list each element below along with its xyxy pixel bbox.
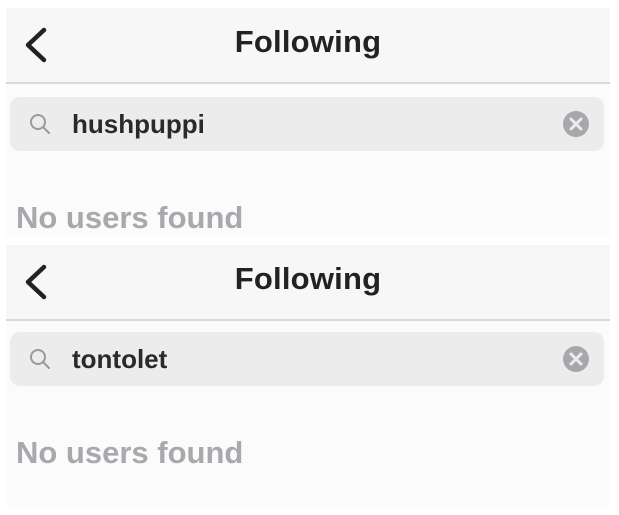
empty-state-message: No users found bbox=[16, 435, 244, 470]
search-input[interactable]: tontolet bbox=[72, 344, 167, 374]
search-icon bbox=[30, 349, 50, 369]
screenshot-composite: Following hushpuppi No users found Follo… bbox=[0, 0, 619, 515]
clear-circle-icon[interactable] bbox=[562, 110, 590, 138]
page-title: Following bbox=[234, 24, 382, 59]
empty-state-message: No users found bbox=[16, 200, 244, 235]
search-bar[interactable]: hushpuppi bbox=[10, 97, 604, 151]
search-bar[interactable]: tontolet bbox=[10, 332, 604, 386]
page-title: Following bbox=[234, 261, 382, 296]
search-input[interactable]: hushpuppi bbox=[72, 109, 205, 139]
nav-header: Following bbox=[6, 8, 610, 84]
following-screen-1: Following hushpuppi No users found bbox=[6, 8, 610, 236]
nav-header: Following bbox=[6, 245, 610, 321]
clear-circle-icon[interactable] bbox=[562, 345, 590, 373]
following-screen-2: Following tontolet No users found bbox=[6, 245, 610, 507]
search-icon bbox=[30, 114, 50, 134]
